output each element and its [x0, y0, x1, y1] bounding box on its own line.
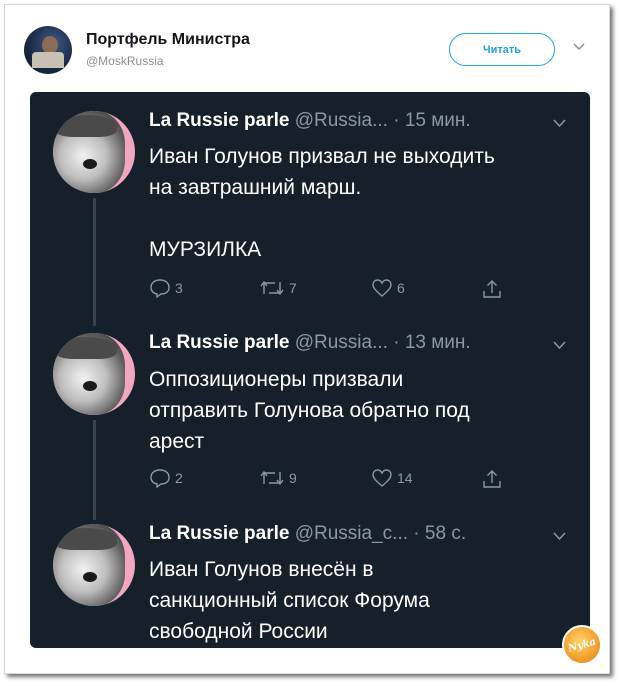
tweet-author[interactable]: La Russie parle — [149, 110, 289, 131]
tweet-author[interactable]: La Russie parle — [149, 332, 289, 353]
chevron-down-icon[interactable] — [553, 341, 566, 350]
tweet-time[interactable]: · 13 мин. — [393, 332, 470, 353]
tweet-line: Оппозиционеры призвали — [149, 368, 404, 391]
share-icon — [483, 280, 501, 298]
tweet-actions: 2 9 14 — [149, 468, 519, 492]
share-button[interactable] — [481, 278, 507, 300]
account-handle[interactable]: @MoskRussia — [86, 54, 164, 68]
like-button[interactable]: 6 — [371, 278, 405, 298]
thread-connector — [93, 198, 96, 326]
like-button[interactable]: 14 — [371, 468, 413, 488]
reply-count: 3 — [175, 280, 183, 296]
account-name[interactable]: Портфель Министра — [86, 31, 250, 49]
tweet-line: арест — [149, 430, 205, 453]
account-avatar[interactable] — [24, 26, 72, 74]
tweet-line — [149, 203, 569, 234]
share-icon — [483, 470, 501, 488]
retweet-count: 7 — [289, 280, 297, 296]
reply-count: 2 — [175, 470, 183, 486]
watermark-logo: Nyka — [562, 625, 602, 665]
tweet-line: Иван Голунов призвал не выходить — [149, 145, 495, 168]
reply-button[interactable]: 2 — [149, 468, 183, 488]
tweet-line: санкционный список Форума — [149, 589, 430, 612]
tweet-handle[interactable]: @Russia... — [295, 332, 388, 353]
tweet-line: на завтрашний марш. — [149, 176, 362, 199]
tweet-line: МУРЗИЛКА — [149, 238, 262, 261]
chevron-down-icon[interactable] — [553, 119, 566, 128]
tweet-text: Иван Голунов призвал не выходить на завт… — [149, 141, 569, 265]
tweet-text: Оппозиционеры призвали отправить Голунов… — [149, 364, 569, 457]
tweet-time[interactable]: · 15 мин. — [393, 110, 470, 131]
retweet-button[interactable]: 7 — [259, 278, 297, 298]
tweet-avatar[interactable] — [53, 524, 135, 606]
chevron-down-icon[interactable] — [553, 532, 566, 541]
tweet-line: свободной России — [149, 620, 328, 643]
tweet-header: La Russie parle @Russia... · 15 мин. — [149, 110, 471, 132]
retweet-button[interactable]: 9 — [259, 468, 297, 488]
share-button[interactable] — [481, 468, 507, 490]
heart-icon — [372, 469, 392, 487]
tweet-line: Иван Голунов внесён в — [149, 558, 374, 581]
tweet-header: La Russie parle @Russia... · 13 мин. — [149, 332, 471, 354]
tweet-handle[interactable]: @Russia_c... — [295, 523, 408, 544]
tweet-avatar[interactable] — [53, 111, 135, 193]
tweet-line: отправить Голунова обратно под — [149, 399, 470, 422]
chevron-down-icon[interactable] — [572, 42, 586, 52]
reply-icon — [150, 279, 170, 298]
tweet-text: Иван Голунов внесён в санкционный список… — [149, 554, 569, 647]
like-count: 6 — [397, 280, 405, 296]
tweet-handle[interactable]: @Russia... — [295, 110, 388, 131]
thread-connector — [93, 420, 96, 520]
retweet-count: 9 — [289, 470, 297, 486]
retweet-icon — [260, 470, 284, 486]
like-count: 14 — [397, 470, 413, 486]
follow-button[interactable]: Читать — [449, 33, 555, 66]
watermark-text: Nyka — [566, 636, 598, 654]
reply-icon — [150, 469, 170, 488]
retweet-icon — [260, 280, 284, 296]
tweet-avatar[interactable] — [53, 333, 135, 415]
tweet-actions: 3 7 6 — [149, 278, 519, 302]
heart-icon — [372, 279, 392, 297]
tweet-header: La Russie parle @Russia_c... · 58 с. — [149, 523, 466, 545]
tweet-time[interactable]: · 58 с. — [413, 523, 466, 544]
tweet-author[interactable]: La Russie parle — [149, 523, 289, 544]
reply-button[interactable]: 3 — [149, 278, 183, 298]
